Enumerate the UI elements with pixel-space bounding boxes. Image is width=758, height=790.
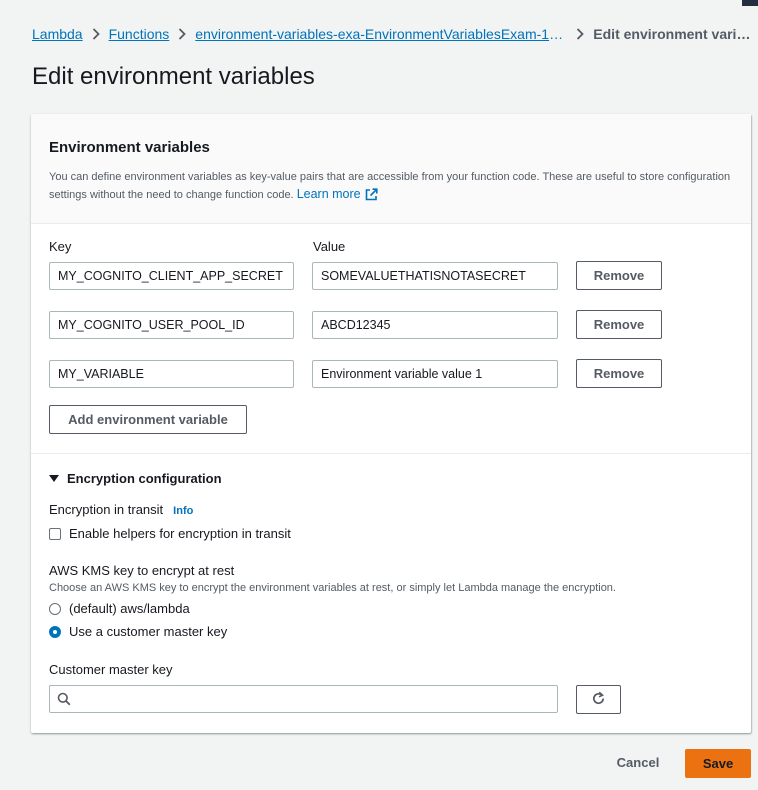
panel-title: Environment variables xyxy=(49,139,210,156)
kms-key-hint: Choose an AWS KMS key to encrypt the env… xyxy=(49,582,616,594)
radio-default-button[interactable] xyxy=(49,602,61,615)
info-link[interactable]: Info xyxy=(173,505,193,517)
encryption-in-transit-label: Encryption in transit Info xyxy=(49,502,193,517)
top-nav-edge xyxy=(742,0,758,6)
customer-master-key-label: Customer master key xyxy=(49,662,173,677)
customer-master-key-search[interactable] xyxy=(49,685,558,713)
refresh-icon xyxy=(591,691,606,709)
remove-button-1[interactable]: Remove xyxy=(576,261,662,290)
save-button[interactable]: Save xyxy=(685,749,751,778)
radio-default-label: (default) aws/lambda xyxy=(69,601,190,616)
env-value-input-2[interactable] xyxy=(312,311,558,339)
learn-more-link[interactable]: Learn more xyxy=(297,187,378,201)
radio-customer-master-key[interactable]: Use a customer master key xyxy=(49,624,227,639)
remove-button-3[interactable]: Remove xyxy=(576,359,662,388)
learn-more-label: Learn more xyxy=(296,187,361,201)
external-link-icon xyxy=(365,188,378,206)
environment-variables-panel: Environment variables You can define env… xyxy=(31,114,751,733)
radio-cmk-button[interactable] xyxy=(49,625,61,638)
radio-default-aws-lambda[interactable]: (default) aws/lambda xyxy=(49,601,190,616)
encryption-helpers-checkbox-row[interactable]: Enable helpers for encryption in transit xyxy=(49,526,291,541)
kms-key-label: AWS KMS key to encrypt at rest xyxy=(49,563,235,578)
panel-header: Environment variables You can define env… xyxy=(31,114,751,224)
refresh-button[interactable] xyxy=(576,685,621,714)
encryption-config-toggle[interactable]: Encryption configuration xyxy=(49,471,222,486)
description-text: You can define environment variables as … xyxy=(49,171,731,201)
remove-button-2[interactable]: Remove xyxy=(576,310,662,339)
chevron-right-icon xyxy=(567,28,593,40)
env-value-input-3[interactable] xyxy=(312,360,558,388)
chevron-right-icon xyxy=(83,28,109,40)
panel-description: You can define environment variables as … xyxy=(49,169,739,206)
env-key-input-3[interactable] xyxy=(49,360,294,388)
encryption-helpers-checkbox[interactable] xyxy=(49,527,61,540)
breadcrumb-current: Edit environment variab… xyxy=(593,26,752,42)
section-divider xyxy=(31,453,751,454)
chevron-right-icon xyxy=(169,28,195,40)
add-environment-variable-button[interactable]: Add environment variable xyxy=(49,405,247,434)
page-title: Edit environment variables xyxy=(32,63,315,90)
env-key-input-1[interactable] xyxy=(49,262,294,290)
encryption-in-transit-text: Encryption in transit xyxy=(49,502,164,517)
encryption-config-title: Encryption configuration xyxy=(67,471,222,486)
encryption-helpers-label: Enable helpers for encryption in transit xyxy=(69,526,291,541)
breadcrumb-lambda[interactable]: Lambda xyxy=(32,26,83,42)
key-column-label: Key xyxy=(49,239,72,254)
value-column-label: Value xyxy=(313,239,346,254)
breadcrumb: Lambda Functions environment-variables-e… xyxy=(32,25,752,43)
env-key-input-2[interactable] xyxy=(49,311,294,339)
customer-master-key-input[interactable] xyxy=(78,686,553,712)
search-icon xyxy=(57,692,71,711)
breadcrumb-functions[interactable]: Functions xyxy=(109,26,170,42)
cancel-button[interactable]: Cancel xyxy=(612,753,664,773)
radio-cmk-label: Use a customer master key xyxy=(69,624,228,639)
caret-down-icon xyxy=(49,475,59,482)
breadcrumb-function-name[interactable]: environment-variables-exa-EnvironmentVar… xyxy=(195,26,567,42)
env-value-input-1[interactable] xyxy=(312,262,558,290)
